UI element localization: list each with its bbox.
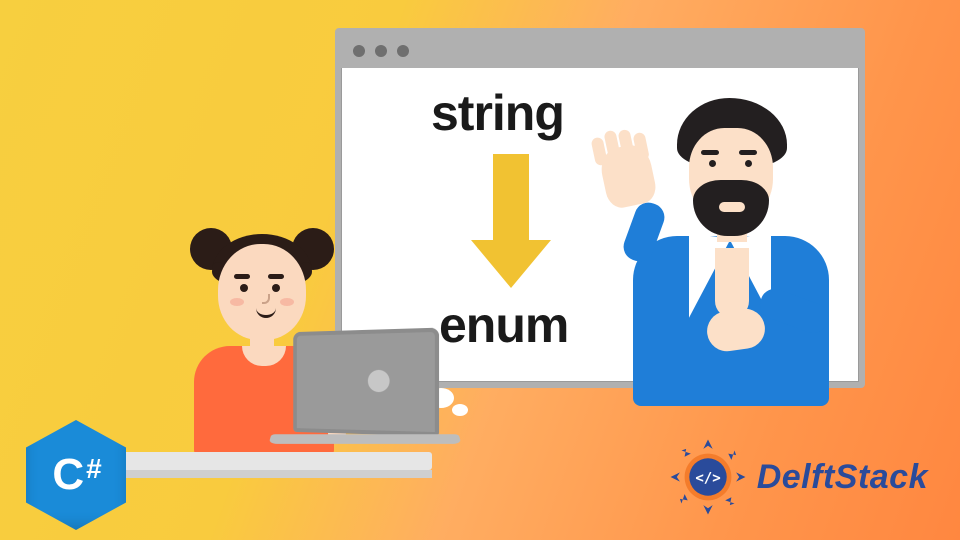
csharp-badge-icon: C#: [26, 420, 126, 530]
illustration-man: [589, 98, 849, 388]
csharp-hash: #: [86, 453, 102, 485]
window-dot: [353, 45, 365, 57]
window-dot: [375, 45, 387, 57]
delftstack-wordmark: DelftStack: [757, 458, 928, 497]
illustration-laptop: [270, 330, 450, 470]
window-titlebar: [341, 34, 859, 68]
arrow-down-icon: [493, 154, 529, 284]
illustration-desk: [86, 452, 432, 470]
csharp-letter: C: [52, 450, 84, 500]
code-glyph: </>: [695, 470, 720, 486]
label-string: string: [431, 84, 564, 142]
label-enum: enum: [439, 296, 568, 354]
tutorial-hero-image: string enum: [0, 0, 960, 540]
delftstack-medallion-icon: </>: [669, 438, 747, 516]
illustration-desk-edge: [86, 470, 432, 478]
delftstack-logo: </> DelftStack: [669, 438, 928, 516]
thought-bubble-dot: [452, 404, 468, 416]
window-dot: [397, 45, 409, 57]
